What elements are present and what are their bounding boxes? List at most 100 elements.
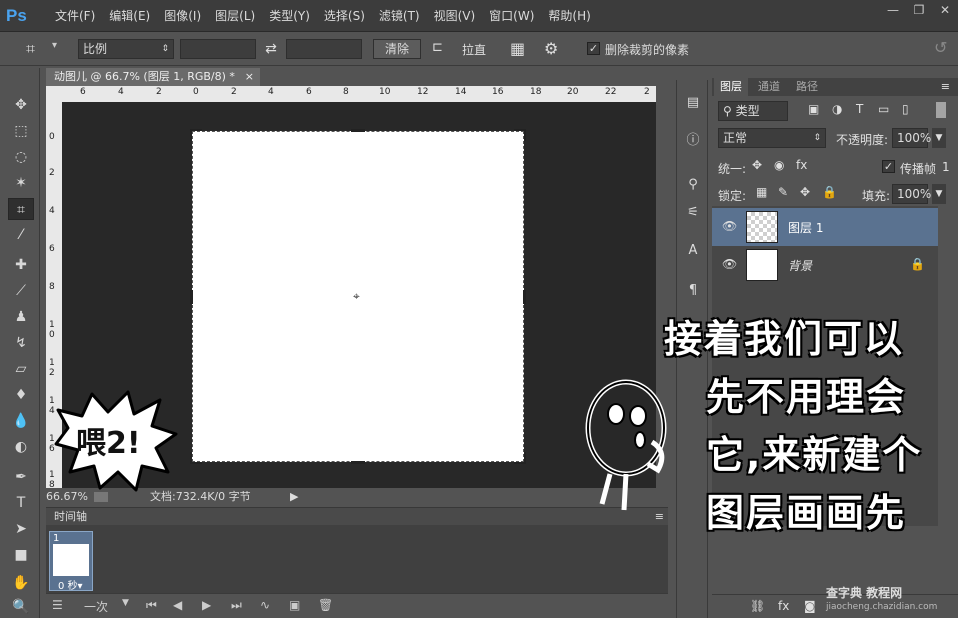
straighten-label[interactable]: 拉直 [462,41,486,58]
pixel-filter-icon[interactable]: ▣ [808,102,819,116]
reset-icon[interactable]: ↺ [934,38,947,57]
crop-handle[interactable] [190,290,193,304]
timeline-title[interactable]: 时间轴 [46,510,87,523]
brush-panel-icon[interactable]: ⚲ [682,174,704,196]
loop-select[interactable]: 一次 [84,598,108,615]
smart-object-filter-icon[interactable]: ▯ [902,102,909,116]
eyedropper-tool-icon[interactable]: ⁄ [8,224,34,246]
info-panel-icon[interactable]: ⓘ [682,130,704,152]
menu-select[interactable]: 选择(S) [317,0,372,32]
trash-icon[interactable]: 🗑 [318,598,333,612]
layer-name[interactable]: 图层 1 [788,219,823,236]
crop-handle[interactable] [514,129,526,141]
height-input[interactable] [286,39,362,59]
layer-row[interactable]: 👁 背景 🔒 [712,246,938,284]
close-icon[interactable]: × [245,68,254,86]
animation-frame[interactable]: 1 0 秒▾ [49,531,93,592]
eraser-tool-icon[interactable]: ▱ [8,358,34,380]
document-canvas[interactable]: ⌖ [190,129,526,464]
lock-all-icon[interactable]: 🔒 [822,185,837,199]
propagate-checkbox[interactable]: ✓ [882,160,895,173]
rectangle-tool-icon[interactable]: ■ [8,544,34,566]
unify-style-icon[interactable]: fx [796,158,807,172]
fx-icon[interactable]: fx [778,599,789,613]
unify-position-icon[interactable]: ✥ [752,158,762,172]
link-icon[interactable]: ⛓ [750,599,765,613]
blur-tool-icon[interactable]: 💧 [8,410,34,432]
dodge-tool-icon[interactable]: ◐ [8,436,34,458]
eye-icon[interactable]: 👁 [722,219,737,233]
fill-input[interactable]: 100% [892,184,931,204]
paragraph-panel-icon[interactable]: ¶ [682,280,704,302]
new-frame-icon[interactable]: ▣ [289,598,300,612]
prev-frame-icon[interactable]: ◀ [173,598,182,612]
crop-handle[interactable] [351,129,365,132]
hand-tool-icon[interactable]: ✋ [8,572,34,594]
clear-button[interactable]: 清除 [373,39,421,59]
fill-dropdown-icon[interactable]: ▼ [932,184,946,204]
shape-filter-icon[interactable]: ▭ [878,102,889,116]
unify-visibility-icon[interactable]: ◉ [774,158,784,172]
adjustment-filter-icon[interactable]: ◑ [832,102,842,116]
lock-transparent-icon[interactable]: ▦ [756,185,767,199]
paint-bucket-tool-icon[interactable]: ♦ [8,384,34,406]
play-icon[interactable]: ▶ [202,598,211,612]
tab-paths[interactable]: 路径 [790,78,824,96]
width-input[interactable] [180,39,256,59]
marquee-tool-icon[interactable]: ⬚ [8,120,34,142]
healing-brush-tool-icon[interactable]: ✚ [8,254,34,276]
delete-cropped-checkbox[interactable]: ✓ [587,42,600,55]
close-window-button[interactable]: ✕ [932,0,958,20]
mask-icon[interactable]: ◙ [804,599,816,613]
crop-handle[interactable] [351,461,365,464]
tab-channels[interactable]: 通道 [752,78,786,96]
character-panel-icon[interactable]: A [682,240,704,262]
crop-handle[interactable] [190,129,202,141]
status-menu-arrow-icon[interactable]: ▶ [290,488,298,506]
minimize-button[interactable]: — [880,0,906,20]
layer-filter-select[interactable]: ⚲ 类型 [718,101,788,121]
ratio-select[interactable]: 比例 ⇕ [78,39,174,59]
layers-scrollbar[interactable] [938,206,950,526]
lock-image-icon[interactable]: ✎ [778,185,788,199]
first-frame-icon[interactable]: ⏮ [146,598,157,613]
clone-stamp-tool-icon[interactable]: ♟ [8,306,34,328]
menu-image[interactable]: 图像(I) [157,0,208,32]
type-tool-icon[interactable]: T [8,492,34,514]
layer-row[interactable]: 👁 图层 1 [712,208,938,246]
type-filter-icon[interactable]: T [856,102,863,116]
opacity-dropdown-icon[interactable]: ▼ [932,128,946,148]
restore-button[interactable]: ❐ [906,0,932,20]
menu-edit[interactable]: 编辑(E) [102,0,157,32]
menu-help[interactable]: 帮助(H) [541,0,597,32]
straighten-icon[interactable]: ⊏ [432,40,443,55]
tab-layers[interactable]: 图层 [714,78,748,96]
move-tool-icon[interactable]: ✥ [8,94,34,116]
swap-icon[interactable]: ⇄ [262,39,280,59]
lasso-tool-icon[interactable]: ◌ [8,146,34,168]
adjustments-panel-icon[interactable]: ⚟ [682,202,704,224]
menu-view[interactable]: 视图(V) [427,0,483,32]
menu-type[interactable]: 类型(Y) [262,0,317,32]
crop-handle[interactable] [514,452,526,464]
crop-handle[interactable] [523,290,526,304]
menu-filter[interactable]: 滤镜(T) [372,0,427,32]
menu-window[interactable]: 窗口(W) [482,0,541,32]
pen-tool-icon[interactable]: ✒ [8,466,34,488]
eye-icon[interactable]: 👁 [722,257,737,271]
history-brush-tool-icon[interactable]: ↯ [8,332,34,354]
document-tab[interactable]: 动图儿 @ 66.7% (图层 1, RGB/8) * × [46,68,260,86]
blend-mode-select[interactable]: 正常 ⇕ [718,128,826,148]
menu-layer[interactable]: 图层(L) [208,0,262,32]
lock-position-icon[interactable]: ✥ [800,185,810,199]
history-panel-icon[interactable]: ▤ [682,92,704,114]
tool-preset-dropdown-icon[interactable]: ▾ [52,40,57,51]
layer-name[interactable]: 背景 [788,257,812,274]
menu-file[interactable]: 文件(F) [48,0,102,32]
magic-wand-tool-icon[interactable]: ✶ [8,172,34,194]
crop-tool-icon[interactable]: ⌗ [26,38,48,60]
opacity-input[interactable]: 100% [892,128,931,148]
crop-tool-button-icon[interactable]: ⌗ [8,198,34,220]
convert-icon[interactable]: ☰ [52,598,63,612]
crop-handle[interactable] [190,452,202,464]
